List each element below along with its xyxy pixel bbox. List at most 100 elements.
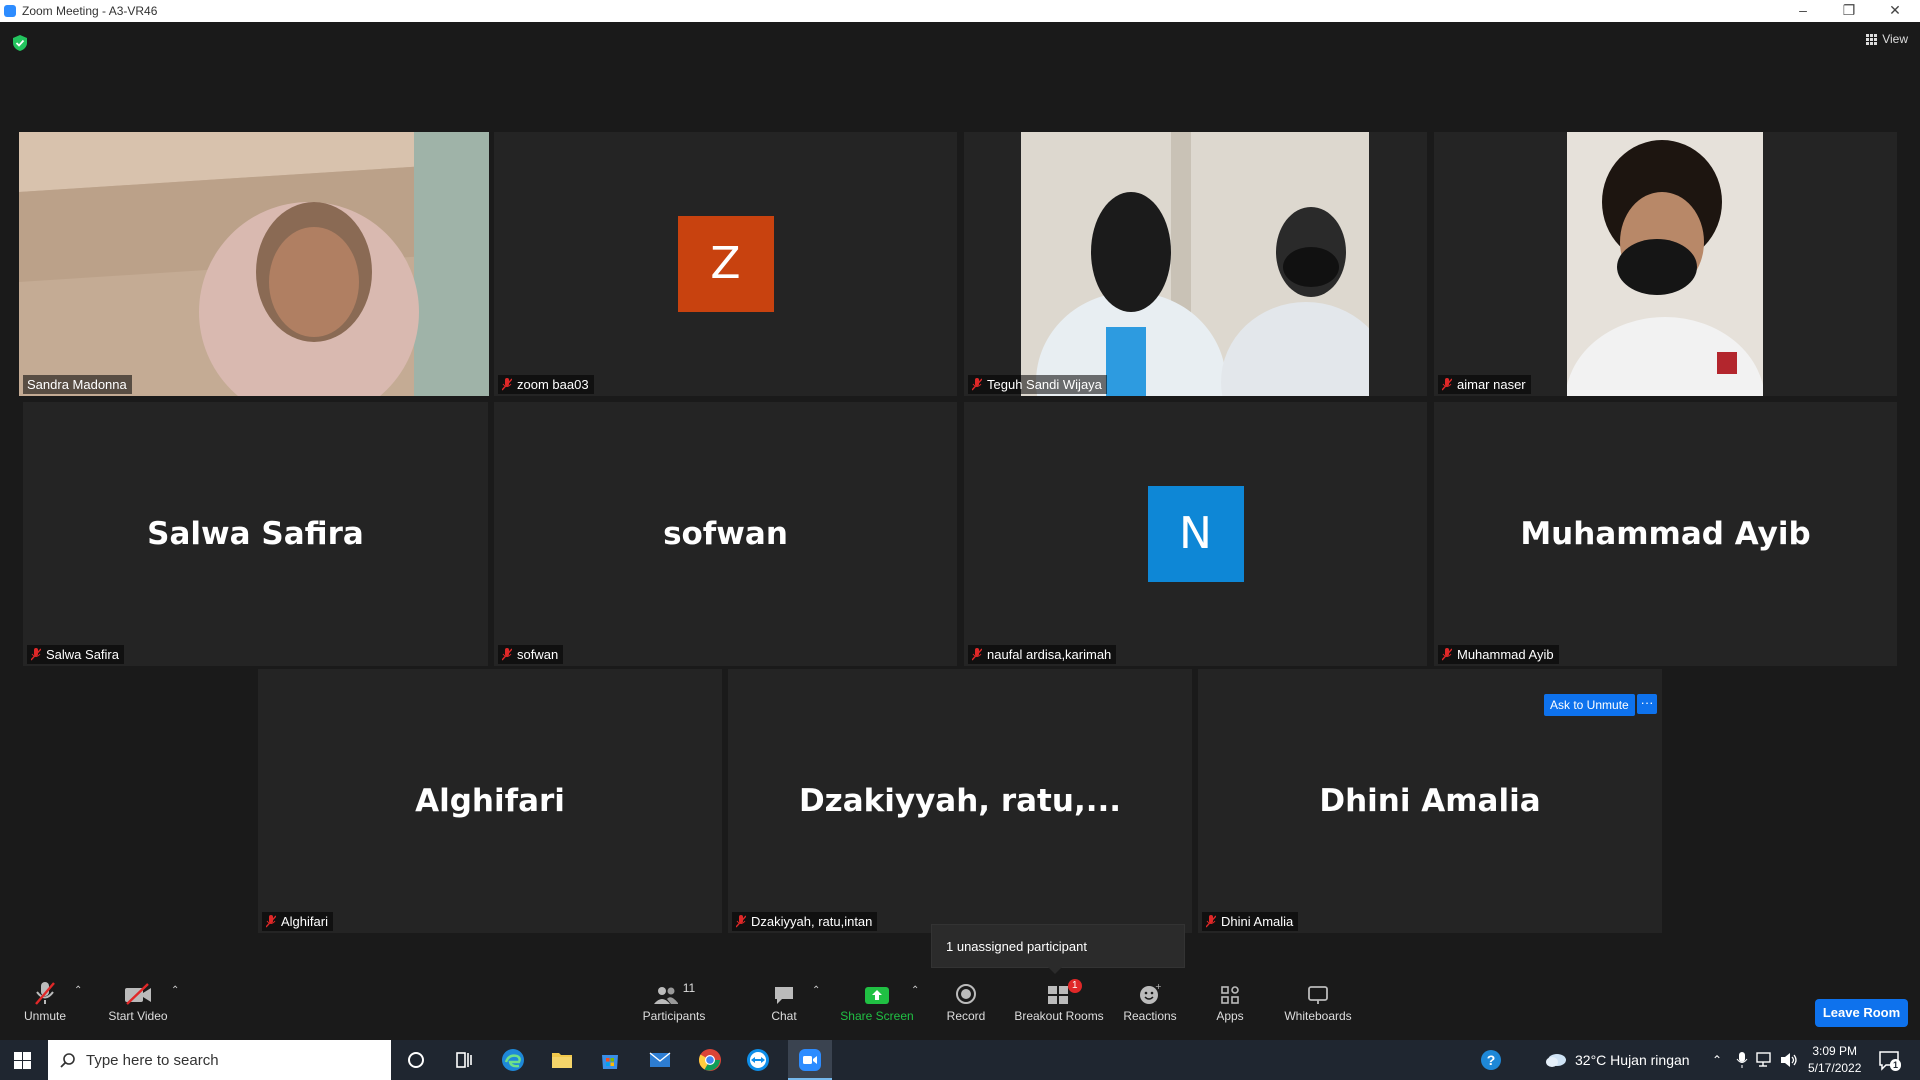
share-screen-icon bbox=[865, 987, 889, 1004]
breakout-rooms-icon bbox=[1048, 986, 1068, 1004]
help-icon[interactable]: ? bbox=[1480, 1049, 1502, 1071]
svg-text:?: ? bbox=[1487, 1052, 1496, 1068]
video-tile-muhammad-ayib[interactable]: Muhammad Ayib Muhammad Ayib bbox=[1434, 402, 1897, 666]
meeting-area: View Sandra Madonna Z zoom baa03 Teguh S… bbox=[0, 22, 1920, 975]
windows-start-icon[interactable] bbox=[14, 1052, 31, 1069]
close-button[interactable]: ✕ bbox=[1872, 0, 1918, 22]
start-video-button[interactable]: Start Video bbox=[106, 979, 170, 1023]
file-explorer-icon[interactable] bbox=[550, 1048, 574, 1072]
reactions-icon: + bbox=[1140, 983, 1161, 1004]
more-options-button[interactable]: ··· bbox=[1637, 694, 1657, 714]
share-screen-button[interactable]: Share Screen bbox=[838, 979, 916, 1023]
participant-display-name: Dzakiyyah, ratu,... bbox=[798, 783, 1122, 819]
participant-name-label: aimar naser bbox=[1438, 375, 1531, 394]
microsoft-store-icon[interactable] bbox=[598, 1048, 622, 1072]
record-button[interactable]: Record bbox=[944, 979, 988, 1023]
participant-display-name: Alghifari bbox=[415, 783, 565, 819]
reactions-button[interactable]: + Reactions bbox=[1120, 979, 1180, 1023]
participant-name-label: Sandra Madonna bbox=[23, 375, 132, 394]
ask-to-unmute-button[interactable]: Ask to Unmute bbox=[1544, 694, 1635, 716]
view-button[interactable]: View bbox=[1866, 32, 1908, 46]
participant-display-name: Salwa Safira bbox=[147, 516, 364, 552]
chat-button[interactable]: Chat bbox=[764, 979, 804, 1023]
notification-count-badge: 1 bbox=[1890, 1059, 1902, 1071]
participant-name-label: Dhini Amalia bbox=[1202, 912, 1299, 931]
share-options-caret[interactable]: ⌃ bbox=[911, 985, 919, 996]
weather-widget[interactable]: 32°C Hujan ringan bbox=[1545, 1040, 1690, 1080]
network-icon[interactable] bbox=[1756, 1052, 1774, 1068]
whiteboards-button[interactable]: Whiteboards bbox=[1282, 979, 1354, 1023]
search-icon bbox=[60, 1053, 75, 1068]
participants-button[interactable]: 11 Participants bbox=[638, 979, 710, 1023]
chrome-browser-icon[interactable] bbox=[698, 1048, 722, 1072]
breakout-rooms-button[interactable]: 1 Breakout Rooms bbox=[1012, 979, 1106, 1023]
avatar: N bbox=[1147, 486, 1244, 582]
taskbar-clock[interactable]: 3:09 PM 5/17/2022 bbox=[1808, 1043, 1861, 1077]
cortana-icon[interactable] bbox=[404, 1048, 428, 1072]
video-tile-salwa-safira[interactable]: Salwa Safira Salwa Safira bbox=[23, 402, 488, 666]
chat-icon bbox=[775, 987, 793, 1004]
windows-taskbar: Type here to search ? 32°C Hujan ringan … bbox=[0, 1040, 1920, 1080]
zoom-taskbar-item[interactable] bbox=[788, 1040, 832, 1080]
whiteboard-icon bbox=[1308, 986, 1328, 1004]
zoom-app-icon bbox=[799, 1049, 821, 1071]
mic-muted-icon bbox=[502, 648, 512, 661]
security-shield-icon[interactable] bbox=[13, 35, 27, 51]
video-tile-aimar-naser[interactable]: aimar naser bbox=[1434, 132, 1897, 396]
leave-room-button[interactable]: Leave Room bbox=[1815, 999, 1908, 1027]
unmute-button[interactable]: Unmute bbox=[18, 979, 72, 1023]
show-hidden-icons-chevron[interactable]: ⌃ bbox=[1712, 1040, 1722, 1080]
camera-feed bbox=[1567, 132, 1763, 396]
microphone-icon[interactable] bbox=[1736, 1052, 1748, 1069]
participant-display-name: Dhini Amalia bbox=[1319, 783, 1541, 819]
meeting-toolbar: Unmute ⌃ Start Video ⌃ 11 Participants C… bbox=[0, 975, 1920, 1040]
video-tile-naufal-ardisa-karimah[interactable]: N naufal ardisa,karimah bbox=[964, 402, 1427, 666]
mic-muted-icon bbox=[972, 648, 982, 661]
unassigned-participant-tooltip: 1 unassigned participant bbox=[931, 924, 1185, 974]
audio-options-caret[interactable]: ⌃ bbox=[74, 985, 82, 996]
mic-muted-icon bbox=[1442, 378, 1452, 391]
video-tile-dzakiyyah-ratu-intan[interactable]: Dzakiyyah, ratu,... Dzakiyyah, ratu,inta… bbox=[728, 669, 1192, 933]
taskbar-search-box[interactable]: Type here to search bbox=[48, 1040, 391, 1080]
volume-icon[interactable] bbox=[1780, 1052, 1798, 1068]
rain-cloud-icon bbox=[1546, 1054, 1566, 1067]
participant-name-label: naufal ardisa,karimah bbox=[968, 645, 1117, 664]
participant-display-name: Muhammad Ayib bbox=[1520, 516, 1811, 552]
mail-icon[interactable] bbox=[648, 1048, 672, 1072]
camera-feed bbox=[19, 132, 489, 396]
task-view-icon[interactable] bbox=[452, 1048, 476, 1072]
video-tile-zoom-baa03[interactable]: Z zoom baa03 bbox=[494, 132, 957, 396]
mic-muted-icon bbox=[736, 915, 746, 928]
record-icon bbox=[956, 984, 976, 1004]
video-tile-sofwan[interactable]: sofwan sofwan bbox=[494, 402, 957, 666]
participant-name-label: Salwa Safira bbox=[27, 645, 124, 664]
edge-browser-icon[interactable] bbox=[501, 1048, 525, 1072]
video-tile-alghifari[interactable]: Alghifari Alghifari bbox=[258, 669, 722, 933]
teamviewer-icon[interactable] bbox=[746, 1048, 770, 1072]
video-off-icon bbox=[125, 983, 151, 1005]
apps-button[interactable]: Apps bbox=[1212, 979, 1248, 1023]
window-title-bar: Zoom Meeting - A3-VR46 – ❐ ✕ bbox=[0, 0, 1920, 22]
breakout-badge: 1 bbox=[1068, 979, 1082, 993]
participant-name-label: Dzakiyyah, ratu,intan bbox=[732, 912, 878, 931]
video-options-caret[interactable]: ⌃ bbox=[171, 985, 179, 996]
svg-text:+: + bbox=[1155, 983, 1161, 991]
participant-name-label: Alghifari bbox=[262, 912, 333, 931]
notification-center-button[interactable]: 1 bbox=[1878, 1049, 1902, 1071]
grid-view-icon bbox=[1866, 33, 1878, 45]
participant-name-label: Teguh Sandi Wijaya bbox=[968, 375, 1107, 394]
participants-count: 11 bbox=[682, 981, 696, 995]
mic-muted-icon bbox=[972, 378, 982, 391]
mic-muted-icon bbox=[502, 378, 512, 391]
video-tile-sandra-madonna[interactable]: Sandra Madonna bbox=[19, 132, 489, 396]
mic-muted-icon bbox=[266, 915, 276, 928]
window-title: Zoom Meeting - A3-VR46 bbox=[22, 4, 158, 18]
video-tile-teguh-sandi-wijaya[interactable]: Teguh Sandi Wijaya bbox=[964, 132, 1427, 396]
participant-display-name: sofwan bbox=[663, 516, 788, 552]
zoom-app-icon bbox=[4, 5, 16, 17]
apps-icon bbox=[1221, 986, 1239, 1004]
restore-button[interactable]: ❐ bbox=[1826, 0, 1872, 22]
participant-name-label: sofwan bbox=[498, 645, 564, 664]
chat-options-caret[interactable]: ⌃ bbox=[812, 985, 820, 996]
minimize-button[interactable]: – bbox=[1780, 0, 1826, 22]
